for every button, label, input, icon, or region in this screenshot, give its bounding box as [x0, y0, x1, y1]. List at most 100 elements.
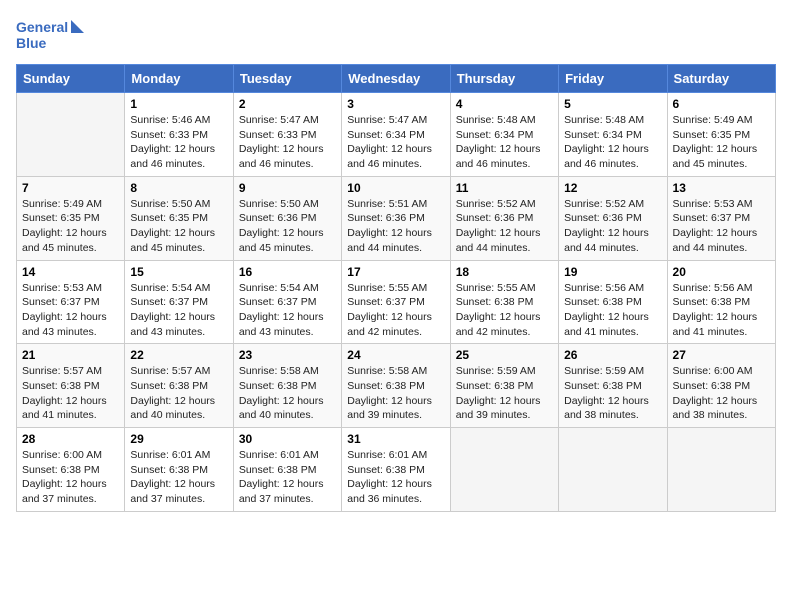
day-info: Sunrise: 5:56 AM Sunset: 6:38 PM Dayligh… — [673, 281, 770, 340]
day-number: 13 — [673, 181, 770, 195]
day-info: Sunrise: 5:47 AM Sunset: 6:33 PM Dayligh… — [239, 113, 336, 172]
day-cell: 10 Sunrise: 5:51 AM Sunset: 6:36 PM Dayli… — [342, 176, 450, 260]
day-cell: 9 Sunrise: 5:50 AM Sunset: 6:36 PM Daylig… — [233, 176, 341, 260]
day-number: 22 — [130, 348, 227, 362]
day-number: 23 — [239, 348, 336, 362]
day-cell: 13 Sunrise: 5:53 AM Sunset: 6:37 PM Dayli… — [667, 176, 775, 260]
day-cell: 21 Sunrise: 5:57 AM Sunset: 6:38 PM Dayli… — [17, 344, 125, 428]
day-info: Sunrise: 5:53 AM Sunset: 6:37 PM Dayligh… — [673, 197, 770, 256]
day-info: Sunrise: 6:00 AM Sunset: 6:38 PM Dayligh… — [22, 448, 119, 507]
day-info: Sunrise: 5:57 AM Sunset: 6:38 PM Dayligh… — [22, 364, 119, 423]
day-number: 25 — [456, 348, 553, 362]
calendar-table: SundayMondayTuesdayWednesdayThursdayFrid… — [16, 64, 776, 512]
calendar-body: 1Sunrise: 5:46 AM Sunset: 6:33 PM Daylig… — [17, 93, 776, 512]
day-cell: 22 Sunrise: 5:57 AM Sunset: 6:38 PM Dayli… — [125, 344, 233, 428]
logo: General Blue — [16, 16, 86, 56]
day-cell: 6Sunrise: 5:49 AM Sunset: 6:35 PM Daylig… — [667, 93, 775, 177]
day-info: Sunrise: 6:01 AM Sunset: 6:38 PM Dayligh… — [239, 448, 336, 507]
day-cell — [450, 428, 558, 512]
day-info: Sunrise: 6:00 AM Sunset: 6:38 PM Dayligh… — [673, 364, 770, 423]
day-info: Sunrise: 5:50 AM Sunset: 6:35 PM Dayligh… — [130, 197, 227, 256]
day-info: Sunrise: 5:58 AM Sunset: 6:38 PM Dayligh… — [239, 364, 336, 423]
day-number: 21 — [22, 348, 119, 362]
day-number: 5 — [564, 97, 661, 111]
day-cell — [17, 93, 125, 177]
day-info: Sunrise: 5:55 AM Sunset: 6:37 PM Dayligh… — [347, 281, 444, 340]
day-number: 8 — [130, 181, 227, 195]
day-info: Sunrise: 5:52 AM Sunset: 6:36 PM Dayligh… — [456, 197, 553, 256]
day-info: Sunrise: 5:59 AM Sunset: 6:38 PM Dayligh… — [456, 364, 553, 423]
day-number: 10 — [347, 181, 444, 195]
header-row: SundayMondayTuesdayWednesdayThursdayFrid… — [17, 65, 776, 93]
day-info: Sunrise: 5:57 AM Sunset: 6:38 PM Dayligh… — [130, 364, 227, 423]
svg-text:General: General — [16, 19, 68, 35]
day-number: 7 — [22, 181, 119, 195]
header-cell-sunday: Sunday — [17, 65, 125, 93]
day-info: Sunrise: 5:59 AM Sunset: 6:38 PM Dayligh… — [564, 364, 661, 423]
day-cell: 3 Sunrise: 5:47 AM Sunset: 6:34 PM Daylig… — [342, 93, 450, 177]
day-cell — [667, 428, 775, 512]
week-row-4: 21 Sunrise: 5:57 AM Sunset: 6:38 PM Dayli… — [17, 344, 776, 428]
day-cell: 1Sunrise: 5:46 AM Sunset: 6:33 PM Daylig… — [125, 93, 233, 177]
calendar-header: SundayMondayTuesdayWednesdayThursdayFrid… — [17, 65, 776, 93]
header-cell-thursday: Thursday — [450, 65, 558, 93]
day-number: 6 — [673, 97, 770, 111]
day-number: 19 — [564, 265, 661, 279]
day-number: 30 — [239, 432, 336, 446]
day-cell: 24 Sunrise: 5:58 AM Sunset: 6:38 PM Dayli… — [342, 344, 450, 428]
day-cell: 5Sunrise: 5:48 AM Sunset: 6:34 PM Daylig… — [559, 93, 667, 177]
day-info: Sunrise: 5:53 AM Sunset: 6:37 PM Dayligh… — [22, 281, 119, 340]
day-cell: 2 Sunrise: 5:47 AM Sunset: 6:33 PM Daylig… — [233, 93, 341, 177]
day-info: Sunrise: 5:54 AM Sunset: 6:37 PM Dayligh… — [130, 281, 227, 340]
day-cell: 17 Sunrise: 5:55 AM Sunset: 6:37 PM Dayli… — [342, 260, 450, 344]
day-info: Sunrise: 5:50 AM Sunset: 6:36 PM Dayligh… — [239, 197, 336, 256]
day-info: Sunrise: 5:58 AM Sunset: 6:38 PM Dayligh… — [347, 364, 444, 423]
day-number: 31 — [347, 432, 444, 446]
day-number: 29 — [130, 432, 227, 446]
day-number: 2 — [239, 97, 336, 111]
day-info: Sunrise: 5:47 AM Sunset: 6:34 PM Dayligh… — [347, 113, 444, 172]
day-cell: 20Sunrise: 5:56 AM Sunset: 6:38 PM Dayli… — [667, 260, 775, 344]
day-cell: 30 Sunrise: 6:01 AM Sunset: 6:38 PM Dayli… — [233, 428, 341, 512]
day-cell: 25 Sunrise: 5:59 AM Sunset: 6:38 PM Dayli… — [450, 344, 558, 428]
week-row-3: 14 Sunrise: 5:53 AM Sunset: 6:37 PM Dayli… — [17, 260, 776, 344]
day-info: Sunrise: 5:49 AM Sunset: 6:35 PM Dayligh… — [22, 197, 119, 256]
day-info: Sunrise: 5:48 AM Sunset: 6:34 PM Dayligh… — [456, 113, 553, 172]
day-number: 14 — [22, 265, 119, 279]
day-info: Sunrise: 5:51 AM Sunset: 6:36 PM Dayligh… — [347, 197, 444, 256]
header-cell-friday: Friday — [559, 65, 667, 93]
day-number: 9 — [239, 181, 336, 195]
day-info: Sunrise: 5:54 AM Sunset: 6:37 PM Dayligh… — [239, 281, 336, 340]
day-cell: 16 Sunrise: 5:54 AM Sunset: 6:37 PM Dayli… — [233, 260, 341, 344]
header-cell-wednesday: Wednesday — [342, 65, 450, 93]
day-number: 27 — [673, 348, 770, 362]
day-cell — [559, 428, 667, 512]
day-number: 1 — [130, 97, 227, 111]
day-cell: 19Sunrise: 5:56 AM Sunset: 6:38 PM Dayli… — [559, 260, 667, 344]
day-info: Sunrise: 5:55 AM Sunset: 6:38 PM Dayligh… — [456, 281, 553, 340]
day-number: 24 — [347, 348, 444, 362]
day-cell: 8 Sunrise: 5:50 AM Sunset: 6:35 PM Daylig… — [125, 176, 233, 260]
day-cell: 7 Sunrise: 5:49 AM Sunset: 6:35 PM Daylig… — [17, 176, 125, 260]
day-info: Sunrise: 6:01 AM Sunset: 6:38 PM Dayligh… — [347, 448, 444, 507]
day-cell: 26 Sunrise: 5:59 AM Sunset: 6:38 PM Dayli… — [559, 344, 667, 428]
day-number: 11 — [456, 181, 553, 195]
svg-text:Blue: Blue — [16, 35, 47, 51]
day-cell: 28 Sunrise: 6:00 AM Sunset: 6:38 PM Dayli… — [17, 428, 125, 512]
week-row-2: 7 Sunrise: 5:49 AM Sunset: 6:35 PM Daylig… — [17, 176, 776, 260]
header-cell-monday: Monday — [125, 65, 233, 93]
day-cell: 14 Sunrise: 5:53 AM Sunset: 6:37 PM Dayli… — [17, 260, 125, 344]
week-row-5: 28 Sunrise: 6:00 AM Sunset: 6:38 PM Dayli… — [17, 428, 776, 512]
day-number: 3 — [347, 97, 444, 111]
day-number: 18 — [456, 265, 553, 279]
day-number: 17 — [347, 265, 444, 279]
day-cell: 12Sunrise: 5:52 AM Sunset: 6:36 PM Dayli… — [559, 176, 667, 260]
day-cell: 23 Sunrise: 5:58 AM Sunset: 6:38 PM Dayli… — [233, 344, 341, 428]
header-cell-saturday: Saturday — [667, 65, 775, 93]
day-cell: 18 Sunrise: 5:55 AM Sunset: 6:38 PM Dayli… — [450, 260, 558, 344]
page-header: General Blue — [16, 16, 776, 56]
day-number: 28 — [22, 432, 119, 446]
day-number: 26 — [564, 348, 661, 362]
day-cell: 4Sunrise: 5:48 AM Sunset: 6:34 PM Daylig… — [450, 93, 558, 177]
day-number: 16 — [239, 265, 336, 279]
